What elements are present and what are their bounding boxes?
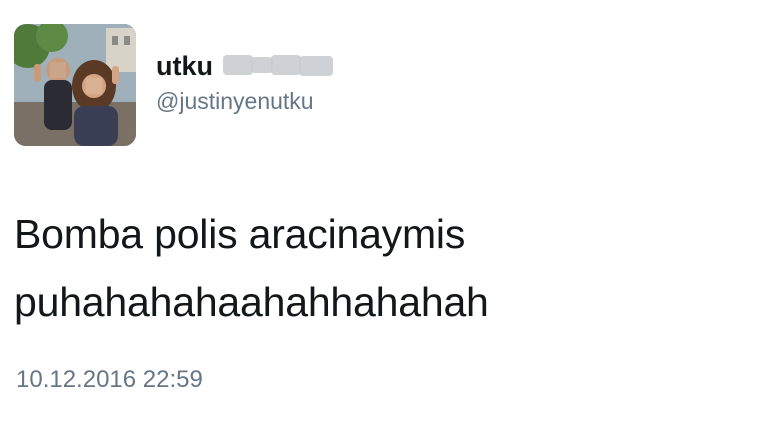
tweet-text-line: puhahahahaahahhahahah bbox=[14, 279, 489, 325]
user-handle[interactable]: @justinyenutku bbox=[156, 88, 314, 116]
tweet-card: utku @justinyenutku Bomba polis aracinay… bbox=[0, 0, 770, 432]
display-name[interactable]: utku bbox=[156, 52, 213, 80]
blurred-surname bbox=[223, 53, 335, 79]
tweet-timestamp[interactable]: 10.12.2016 22:59 bbox=[16, 366, 203, 395]
avatar[interactable] bbox=[14, 24, 136, 146]
tweet-text: Bomba polis aracinaymis puhahahahaahahha… bbox=[14, 200, 754, 336]
tweet-text-line: Bomba polis aracinaymis bbox=[14, 211, 466, 257]
avatar-photo bbox=[14, 24, 136, 146]
author-name-row[interactable]: utku bbox=[156, 49, 335, 83]
